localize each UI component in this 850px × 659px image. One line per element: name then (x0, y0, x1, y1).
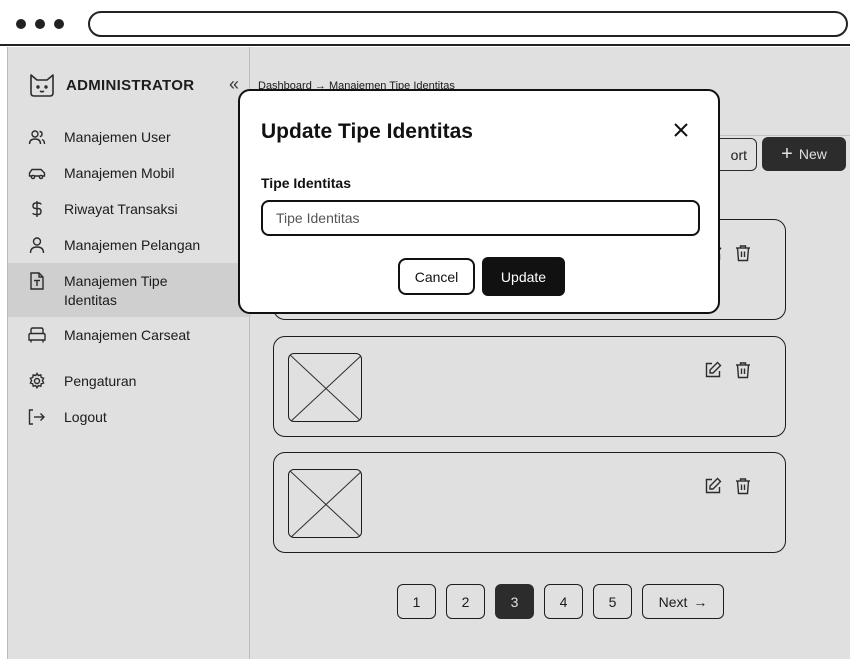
close-icon[interactable] (672, 121, 690, 139)
modal-title: Update Tipe Identitas (261, 120, 473, 143)
window-dot-3[interactable] (54, 19, 64, 29)
address-bar[interactable] (88, 11, 848, 37)
cancel-button[interactable]: Cancel (398, 258, 475, 295)
browser-toolbar (0, 0, 850, 46)
update-modal: Update Tipe Identitas Tipe Identitas Can… (238, 89, 720, 314)
tipe-identitas-input[interactable] (261, 200, 700, 236)
window-dot-2[interactable] (35, 19, 45, 29)
update-button[interactable]: Update (482, 257, 565, 296)
window-dot-1[interactable] (16, 19, 26, 29)
tipe-identitas-label: Tipe Identitas (261, 175, 351, 191)
